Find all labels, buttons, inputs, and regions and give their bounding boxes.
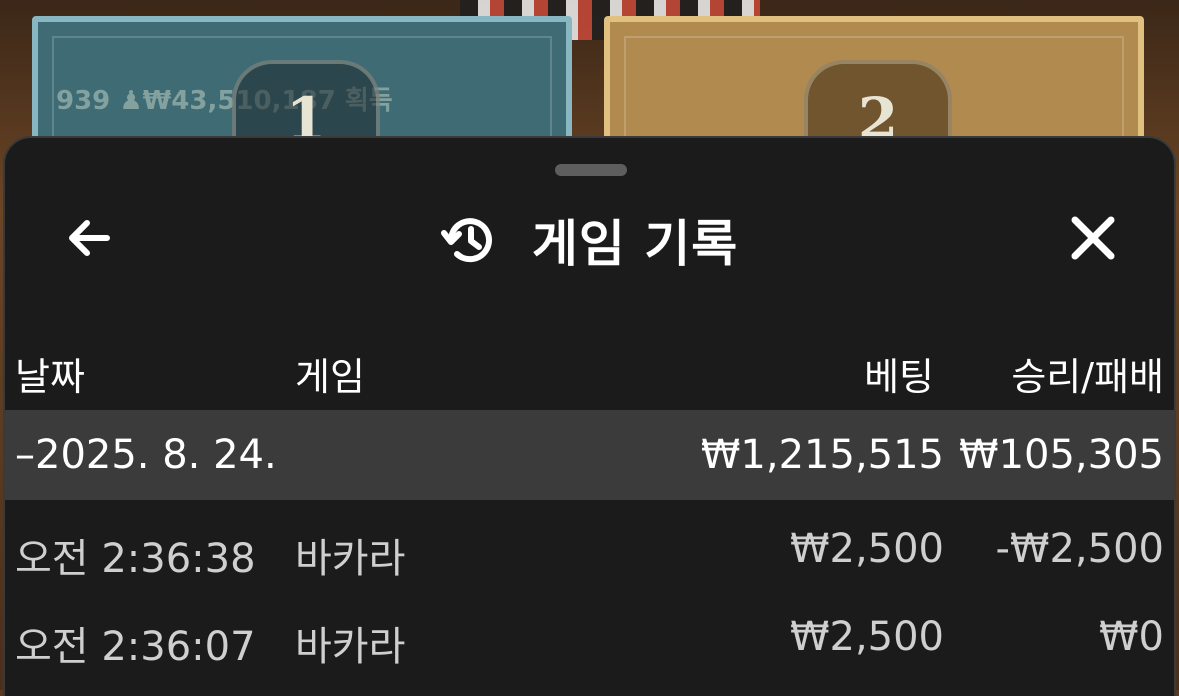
row-game: 바카라 [295, 624, 406, 670]
page-title: 게임 기록 [531, 215, 739, 273]
table-row[interactable]: 오전 2:36:38 바카라 ₩2,500 -₩2,500 [5, 500, 1174, 588]
column-header-bet: 베팅 [864, 355, 934, 399]
table-row[interactable]: 오전 2:36:07 바카라 ₩2,500 ₩0 [5, 588, 1174, 676]
history-list: 오전 2:36:38 바카라 ₩2,500 -₩2,500 오전 2:36:07… [5, 500, 1174, 676]
row-game: 바카라 [295, 536, 406, 582]
day-summary-row[interactable]: –2025. 8. 24. ₩1,215,515 ₩105,305 [5, 410, 1174, 500]
day-summary-result-total: ₩105,305 [959, 432, 1164, 478]
day-summary-date: –2025. 8. 24. [15, 432, 277, 478]
sheet-drag-handle[interactable] [555, 164, 627, 176]
row-bet: ₩2,500 [789, 526, 944, 572]
sheet-title-group: 게임 기록 [5, 204, 1174, 274]
row-result: ₩0 [1099, 614, 1164, 660]
day-summary-bet-total: ₩1,215,515 [700, 432, 944, 478]
close-button[interactable] [1063, 208, 1123, 268]
row-time: 오전 2:36:07 [15, 624, 256, 670]
close-icon [1071, 216, 1115, 260]
row-result: -₩2,500 [995, 526, 1165, 572]
column-header-result: 승리/패배 [1011, 355, 1164, 399]
column-header-date: 날짜 [15, 355, 85, 399]
game-history-sheet: 게임 기록 날짜 게임 베팅 승리/패배 –2025. 8. 24. ₩1,21… [3, 136, 1176, 696]
row-time: 오전 2:36:38 [15, 536, 256, 582]
sheet-header: 게임 기록 [5, 190, 1174, 280]
column-header-game: 게임 [295, 355, 365, 399]
table-header: 날짜 게임 베팅 승리/패배 [5, 328, 1174, 408]
history-clock-icon [440, 218, 492, 263]
row-bet: ₩2,500 [789, 614, 944, 660]
